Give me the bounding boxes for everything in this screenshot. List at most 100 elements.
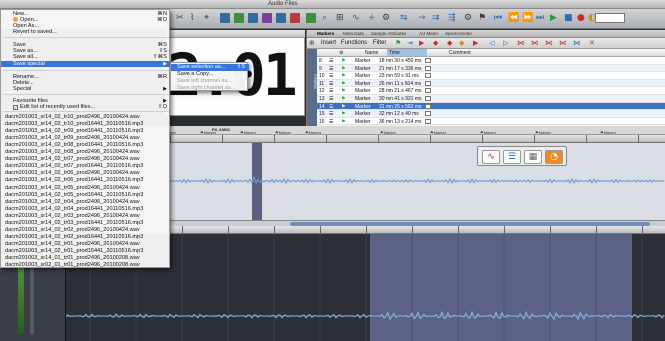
cut-icon[interactable]: ✂ (176, 12, 184, 24)
green-tool-icon-2[interactable] (306, 13, 316, 23)
blue-tool-icon-2[interactable] (276, 13, 286, 23)
tab-meta-data[interactable]: Meta Data (343, 31, 364, 36)
marker-nav-2-icon[interactable]: ⋈ (531, 39, 538, 47)
flag-icon[interactable]: ⚑ (478, 12, 486, 24)
spectrum-icon[interactable]: ▦ (524, 150, 542, 164)
step-left-icon[interactable]: ◁ (489, 39, 494, 47)
fast-forward-icon[interactable]: ⏩ (522, 12, 533, 24)
column-name[interactable]: Name (365, 50, 378, 56)
recent-file-item[interactable]: dacm201003_sr14_02_tr07_prod2496_2010042… (1, 156, 171, 162)
recent-file-item[interactable]: dacm201003_sr14_02_tr10_prod16441_201105… (1, 121, 171, 127)
tab-au-meter[interactable]: AU Meter (419, 31, 438, 36)
filter-menu[interactable]: Filter (373, 40, 386, 46)
submenu-item-save-a-copy[interactable]: Save a Copy... (171, 71, 249, 78)
recent-file-item[interactable]: dacm201003_sr14_02_tr05_prod2496_2010042… (1, 185, 171, 191)
plus-icon[interactable]: + (368, 12, 376, 24)
recent-file-item[interactable]: dacm201003_sr02_01_tr01_prod2496_2010020… (1, 262, 171, 268)
stop-icon[interactable]: ■ (564, 12, 573, 24)
recent-file-item[interactable]: dacm201003_sr14_02_tr02_prod2496_2010042… (1, 227, 171, 233)
orange-nav-icon[interactable]: ◆ (459, 39, 464, 47)
toolbar-field[interactable] (595, 13, 625, 23)
column-comment[interactable]: Comment (449, 50, 471, 56)
recent-file-item[interactable]: dacm201003_sr14_02_tr03_prod2496_2010042… (1, 213, 171, 219)
blue-tool-icon[interactable] (248, 13, 258, 23)
recent-file-item[interactable]: dacm201003_sr14_02_tr01_prod16441_201105… (1, 248, 171, 254)
marker-checkbox[interactable] (425, 73, 431, 79)
arrow-split-icon[interactable]: ⇉ (432, 12, 440, 24)
waveform-icon[interactable]: ∿ (482, 150, 500, 164)
zoom-icon[interactable]: ⊞ (336, 12, 344, 24)
arrow-right-icon[interactable]: → (418, 12, 426, 24)
rewind-icon[interactable]: ⏪ (508, 12, 519, 24)
marker-row[interactable]: 11 ☰ ⚑ Marker 26 mn 11 s 604 ms (317, 79, 665, 88)
marker-nav-5-icon[interactable]: ⋈ (573, 39, 580, 47)
recent-file-item[interactable]: dacm201003_sr14_02_tr05_prod16441_201105… (1, 192, 171, 198)
equalizer-icon[interactable]: ☰ (503, 150, 521, 164)
insert-menu[interactable]: Insert (321, 40, 336, 46)
marker-checkbox[interactable] (425, 88, 431, 94)
recent-file-item[interactable]: dacm201003_sr14_02_tr01_prod2496_2010042… (1, 241, 171, 247)
marker-nav-4-icon[interactable]: ⋈ (559, 39, 566, 47)
marker-checkbox[interactable] (425, 103, 431, 109)
delete-marker-icon[interactable]: ✕ (589, 39, 595, 47)
menu-item-revert-to-saved[interactable]: Revert to saved... (1, 29, 171, 35)
recent-file-item[interactable]: dacm201003_sr14_02_tr03_prod16441_201105… (1, 220, 171, 226)
rewind-start-icon[interactable]: ⏮ (494, 12, 502, 24)
step-right-icon[interactable]: ▷ (503, 39, 508, 47)
marker-row[interactable]: 16 ☰ ⚑ Marker 36 mn 13 s 214 ms (317, 117, 665, 126)
menu-item-save-all[interactable]: Save all... ⇧⌘S (1, 54, 171, 60)
purple-tool-icon[interactable] (262, 13, 272, 23)
filter-arrow-icon[interactable]: ⇥ (407, 39, 413, 47)
add-marker-icon[interactable]: ⊕ (309, 39, 315, 47)
recent-file-item[interactable]: dacm201003_sr14_02_tr10_prod2496_2010042… (1, 114, 171, 120)
marker-checkbox[interactable] (425, 80, 431, 86)
merge-icon[interactable]: ⇶ (448, 12, 456, 24)
marker-checkbox[interactable] (425, 58, 431, 63)
marker-nav-3-icon[interactable]: ⋈ (545, 39, 552, 47)
play-icon[interactable]: ▶ (550, 12, 557, 24)
skip-end-icon[interactable]: ⏭ (536, 12, 544, 24)
recent-file-item[interactable]: dacm201003_sr14_02_tr09_prod2496_2010042… (1, 135, 171, 141)
marker-row[interactable]: 14 ☰ ⚑ Marker 31 mn 25 s 582 ms (317, 102, 665, 111)
marker-row[interactable]: 8 ☰ ⚑ Marker 18 mn 30 s 450 ms (317, 57, 665, 65)
recent-file-item[interactable]: dacm201003_sr14_01_tr01_prod2496_2010020… (1, 255, 171, 261)
menu-item-special[interactable]: Special ▶ (1, 86, 171, 92)
menu-item-save-special[interactable]: Save special ▶ (1, 61, 171, 68)
tab-spectrometer[interactable]: Spectrometer (445, 31, 472, 36)
recent-file-item[interactable]: dacm201003_sr14_02_tr08_prod16441_201105… (1, 142, 171, 148)
recent-file-item[interactable]: dacm201003_sr14_02_tr06_prod2496_2010042… (1, 170, 171, 176)
recent-file-item[interactable]: dacm201003_sr14_02_tr04_prod2496_2010042… (1, 199, 171, 205)
green-tool-icon[interactable] (234, 13, 244, 23)
red-diamond-icon[interactable]: ◆ (433, 39, 438, 47)
recent-file-item[interactable]: dacm201003_sr14_02_tr02_prod16441_201105… (1, 234, 171, 240)
tool-icon[interactable]: ⌇ (190, 12, 194, 24)
marker-checkbox[interactable] (425, 96, 431, 101)
functions-menu[interactable]: Functions (341, 40, 367, 46)
recent-file-item[interactable]: dacm201003_sr14_02_tr04_prod16441_201105… (1, 206, 171, 212)
recent-file-item[interactable]: dacm201003_sr14_02_tr08_prod2496_2010042… (1, 149, 171, 155)
marker-row[interactable]: 10 ☰ ⚑ Marker 23 mn 59 s 91 ms (317, 72, 665, 80)
menu-item-edit-list-of-recently-used-files[interactable]: ✓ Edit list of recently used files... ⇧O (1, 104, 171, 110)
column-flag[interactable]: ⚙ (339, 50, 343, 56)
recent-file-item[interactable]: dacm201003_sr14_02_tr06_prod16441_201105… (1, 177, 171, 183)
tilde-icon[interactable]: ∿ (352, 12, 360, 24)
marker-nav-1-icon[interactable]: ⋈ (517, 39, 524, 47)
marker-checkbox[interactable] (425, 111, 431, 117)
tab-markers[interactable]: Markers (317, 31, 334, 36)
marker-row[interactable]: 9 ☰ ⚑ Marker 21 mn 17 s 336 ms (317, 64, 665, 73)
record-icon[interactable]: ● (577, 12, 585, 24)
red-arrow-icon[interactable]: ▶ (473, 39, 478, 47)
marker-checkbox[interactable] (425, 65, 431, 71)
search-icon[interactable]: ⌕ (322, 12, 327, 24)
red-tool-icon[interactable] (290, 13, 300, 23)
recent-file-item[interactable]: dacm201003_sr14_02_tr09_prod16441_201105… (1, 128, 171, 134)
submenu-item-save-selection-as[interactable]: Save selection as... ⇧S (171, 64, 249, 71)
rss-icon[interactable]: ◔ (545, 150, 563, 164)
marker-row[interactable]: 12 ☰ ⚑ Marker 28 mn 21 s 467 ms (317, 87, 665, 95)
marker-row[interactable]: 15 ☰ ⚑ Marker 32 mn 12 s 40 ms (317, 110, 665, 118)
grid-icon[interactable] (220, 13, 230, 23)
marker-row[interactable]: 13 ☰ ⚑ Marker 30 mn 41 s 931 ms (317, 95, 665, 103)
filter-red-icon[interactable]: ▶ (419, 39, 424, 47)
column-time[interactable]: Time (387, 49, 427, 56)
arrows-icon[interactable]: ⇆ (400, 12, 408, 24)
